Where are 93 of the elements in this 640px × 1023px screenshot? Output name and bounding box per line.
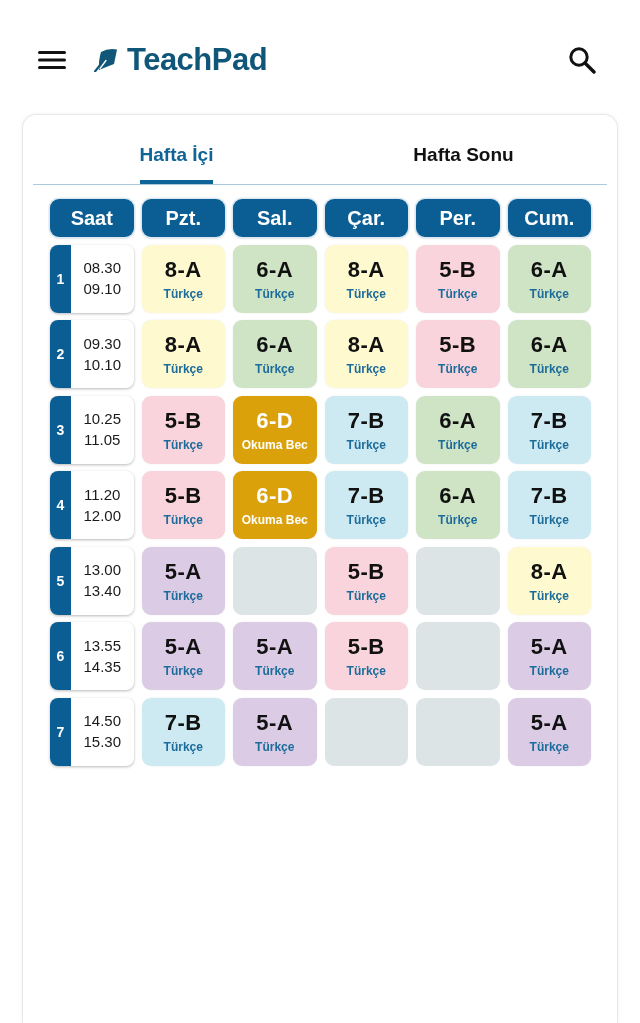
class-name: 6-D xyxy=(256,482,294,509)
subject-name: Türkçe xyxy=(255,286,295,302)
class-name: 7-B xyxy=(530,482,568,509)
start-time: 09.30 xyxy=(83,334,121,353)
class-name: 5-B xyxy=(439,331,477,358)
pen-nib-icon xyxy=(94,48,118,72)
class-name: 5-B xyxy=(347,557,385,585)
subject-name: Türkçe xyxy=(529,588,569,604)
class-name: 8-A xyxy=(347,255,385,283)
menu-icon[interactable] xyxy=(38,50,66,70)
subject-name: Türkçe xyxy=(346,437,386,453)
subject-name: Türkçe xyxy=(529,362,569,377)
class-name: 6-A xyxy=(439,406,477,434)
end-time: 09.10 xyxy=(83,280,121,298)
class-name: 5-B xyxy=(347,633,385,660)
subject-name: Türkçe xyxy=(438,513,478,528)
column-header: Çar. xyxy=(324,199,408,237)
start-time: 08.30 xyxy=(83,259,121,277)
period-number: 2 xyxy=(50,320,71,388)
end-time: 11.05 xyxy=(84,431,121,449)
subject-name: Türkçe xyxy=(529,739,569,755)
class-name: 7-B xyxy=(530,406,568,434)
class-name: 6-A xyxy=(530,255,568,283)
subject-name: Türkçe xyxy=(163,664,203,679)
subject-name: Türkçe xyxy=(529,286,569,302)
end-time: 10.10 xyxy=(83,355,121,374)
class-name: 8-A xyxy=(164,255,202,283)
class-name: 5-A xyxy=(164,557,202,585)
subject-name: Türkçe xyxy=(346,513,386,528)
end-time: 14.35 xyxy=(83,657,121,676)
subject-name: Türkçe xyxy=(255,664,295,679)
subject-name: Türkçe xyxy=(255,362,295,377)
column-header: Pzt. xyxy=(141,199,225,237)
class-name: 8-A xyxy=(347,331,385,358)
subject-name: Türkçe xyxy=(163,513,203,528)
period-number: 6 xyxy=(50,622,71,690)
class-name: 6-A xyxy=(439,482,477,509)
subject-name: Türkçe xyxy=(163,588,203,604)
subject-name: Türkçe xyxy=(529,437,569,453)
subject-name: Türkçe xyxy=(163,362,203,377)
class-name: 5-A xyxy=(530,708,568,736)
class-name: 5-A xyxy=(164,633,202,660)
period-number: 4 xyxy=(50,471,71,539)
class-name: 5-A xyxy=(530,633,568,660)
class-name: 6-A xyxy=(530,331,568,358)
subject-name: Türkçe xyxy=(438,437,478,453)
tab[interactable]: Hafta Sonu xyxy=(320,115,607,184)
subject-name: Türkçe xyxy=(163,437,203,453)
start-time: 13.55 xyxy=(83,636,121,655)
period-number: 1 xyxy=(50,244,71,313)
subject-name: Türkçe xyxy=(529,664,569,679)
class-name: 6-A xyxy=(256,331,294,358)
column-header: Cum. xyxy=(507,199,591,237)
start-time: 11.20 xyxy=(84,485,121,504)
subject-name: Türkçe xyxy=(438,362,478,377)
start-time: 10.25 xyxy=(83,410,121,428)
period-number: 5 xyxy=(50,546,71,615)
subject-name: Türkçe xyxy=(255,739,295,755)
end-time: 12.00 xyxy=(83,506,121,525)
subject-name: Türkçe xyxy=(346,588,386,604)
start-time: 13.00 xyxy=(83,561,121,579)
class-name: 6-A xyxy=(256,255,294,283)
app-title: TeachPad xyxy=(127,42,268,78)
start-time: 14.50 xyxy=(83,712,121,730)
class-name: 6-D xyxy=(256,406,294,434)
column-header: Per. xyxy=(416,199,500,237)
class-name: 8-A xyxy=(164,331,202,358)
class-name: 5-B xyxy=(439,255,477,283)
end-time: 13.40 xyxy=(83,582,121,600)
class-name: 5-B xyxy=(164,406,202,434)
class-name: 5-A xyxy=(256,708,294,736)
subject-name: Türkçe xyxy=(529,513,569,528)
subject-name: Türkçe xyxy=(346,362,386,377)
search-icon[interactable] xyxy=(568,46,596,74)
class-name: 7-B xyxy=(347,482,385,509)
class-name: 5-B xyxy=(164,482,202,509)
column-header: Sal. xyxy=(233,199,317,237)
end-time: 15.30 xyxy=(83,733,121,751)
subject-name: Türkçe xyxy=(346,664,386,679)
subject-name: Okuma Bec xyxy=(241,437,308,453)
subject-name: Türkçe xyxy=(163,739,203,755)
class-name: 7-B xyxy=(347,406,385,434)
subject-name: Türkçe xyxy=(346,286,386,302)
subject-name: Okuma Bec xyxy=(241,513,308,528)
subject-name: Türkçe xyxy=(438,286,478,302)
class-name: 7-B xyxy=(164,708,202,736)
subject-name: Türkçe xyxy=(163,286,203,302)
period-number: 3 xyxy=(50,395,71,464)
tab[interactable]: Hafta İçi xyxy=(33,115,320,184)
class-name: 8-A xyxy=(530,557,568,585)
period-number: 7 xyxy=(50,697,71,766)
class-name: 5-A xyxy=(256,633,294,660)
column-header: Saat xyxy=(50,199,134,237)
